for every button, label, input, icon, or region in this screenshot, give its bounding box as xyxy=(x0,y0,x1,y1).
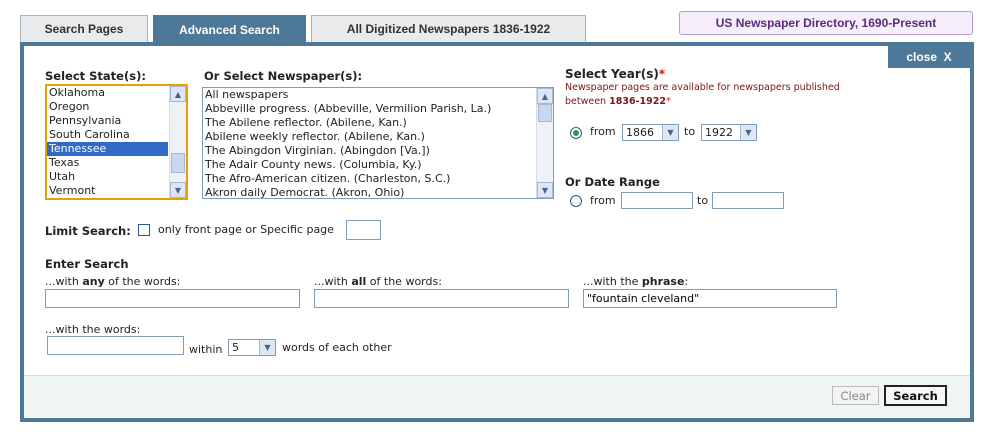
newspaper-scroll-thumb[interactable] xyxy=(538,104,552,122)
clear-button[interactable]: Clear xyxy=(832,386,879,405)
state-option[interactable]: South Carolina xyxy=(47,128,170,142)
any-suffix: of the words: xyxy=(104,275,181,288)
radio-selected-dot xyxy=(573,130,579,136)
phrase-suffix: : xyxy=(684,275,689,288)
year-availability-note-line1: Newspaper pages are available for newspa… xyxy=(565,82,840,93)
specific-page-input[interactable] xyxy=(346,220,381,240)
date-from-label: from xyxy=(590,194,616,207)
newspaper-option[interactable]: All newspapers xyxy=(203,88,553,102)
year-range-radio[interactable] xyxy=(570,127,582,139)
date-from-input[interactable] xyxy=(621,192,693,209)
us-newspaper-directory-button[interactable]: US Newspaper Directory, 1690-Present xyxy=(679,11,973,35)
front-page-checkbox[interactable] xyxy=(138,224,150,236)
scroll-down-icon[interactable]: ▼ xyxy=(537,182,553,198)
newspaper-option[interactable]: The Abingdon Virginian. (Abingdon [Va.]) xyxy=(203,144,553,158)
chevron-down-icon: ▼ xyxy=(740,125,756,140)
phrase-prefix: ...with the xyxy=(583,275,642,288)
chevron-down-icon: ▼ xyxy=(259,340,275,355)
date-range-radio[interactable] xyxy=(570,195,582,207)
proximity-distance-value: 5 xyxy=(232,341,239,354)
newspaper-listbox[interactable]: All newspapers Abbeville progress. (Abbe… xyxy=(202,87,554,199)
newspaper-option[interactable]: Abilene weekly reflector. (Abilene, Kan.… xyxy=(203,130,553,144)
scroll-down-icon[interactable]: ▼ xyxy=(170,182,186,198)
scroll-up-icon[interactable]: ▲ xyxy=(170,86,186,102)
year-to-value: 1922 xyxy=(705,126,733,139)
any-words-input[interactable] xyxy=(45,289,300,308)
note-prefix: between xyxy=(565,96,610,107)
enter-search-label: Enter Search xyxy=(45,257,129,271)
newspaper-scrollbar[interactable]: ▲ ▼ xyxy=(536,88,553,198)
state-option[interactable]: Texas xyxy=(47,156,170,170)
year-from-value: 1866 xyxy=(626,126,654,139)
state-option[interactable]: Vermont xyxy=(47,184,170,198)
all-words-input[interactable] xyxy=(314,289,569,308)
all-prefix: ...with xyxy=(314,275,352,288)
any-words-label: ...with any of the words: xyxy=(45,275,180,288)
front-page-text: only front page or Specific page xyxy=(158,223,334,236)
year-from-select[interactable]: 1866 ▼ xyxy=(622,124,679,141)
scroll-up-icon[interactable]: ▲ xyxy=(537,88,553,104)
state-option-selected[interactable]: Tennessee xyxy=(47,142,168,156)
proximity-words-input[interactable] xyxy=(47,336,184,355)
search-button[interactable]: Search xyxy=(884,385,947,406)
any-prefix: ...with xyxy=(45,275,83,288)
newspaper-option[interactable]: The Adair County news. (Columbia, Ky.) xyxy=(203,158,553,172)
select-state-label: Select State(s): xyxy=(45,69,146,83)
tab-search-pages[interactable]: Search Pages xyxy=(20,15,148,42)
required-mark: * xyxy=(665,96,671,107)
year-availability-note-line2: between 1836-1922* xyxy=(565,95,671,109)
form-footer: Clear Search xyxy=(24,375,970,418)
select-newspaper-label: Or Select Newspaper(s): xyxy=(204,69,363,83)
state-scroll-thumb[interactable] xyxy=(171,153,185,173)
phrase-bold: phrase xyxy=(641,275,685,288)
advanced-search-panel: close X Select State(s): Oklahoma Oregon… xyxy=(20,42,974,422)
year-to-select[interactable]: 1922 ▼ xyxy=(701,124,757,141)
any-bold: any xyxy=(82,275,105,288)
newspaper-option[interactable]: Abbeville progress. (Abbeville, Vermilio… xyxy=(203,102,553,116)
year-to-label: to xyxy=(684,125,696,138)
limit-search-label: Limit Search: xyxy=(45,224,131,238)
all-bold: all xyxy=(351,275,367,288)
tab-advanced-search[interactable]: Advanced Search xyxy=(153,15,306,43)
all-words-label: ...with all of the words: xyxy=(314,275,442,288)
phrase-label: ...with the phrase: xyxy=(583,275,688,288)
within-label: within xyxy=(189,343,223,356)
state-option[interactable]: Oklahoma xyxy=(47,86,170,100)
newspaper-option[interactable]: Akron daily Democrat. (Akron, Ohio) xyxy=(203,186,553,198)
tab-all-digitized-newspapers[interactable]: All Digitized Newspapers 1836-1922 xyxy=(311,15,586,42)
state-option[interactable]: Oregon xyxy=(47,100,170,114)
date-to-input[interactable] xyxy=(712,192,784,209)
all-suffix: of the words: xyxy=(366,275,442,288)
select-year-text: Select Year(s) xyxy=(565,67,659,81)
proximity-distance-select[interactable]: 5 ▼ xyxy=(228,339,276,356)
select-year-label: Select Year(s)* xyxy=(565,67,665,81)
close-label: close xyxy=(906,50,937,64)
date-range-label: Or Date Range xyxy=(565,175,660,189)
proximity-suffix-label: words of each other xyxy=(282,341,392,354)
close-icon: X xyxy=(943,50,952,64)
chevron-down-icon: ▼ xyxy=(662,125,678,140)
close-button[interactable]: close X xyxy=(888,46,970,68)
state-option[interactable]: Utah xyxy=(47,170,170,184)
note-range: 1836-1922 xyxy=(609,96,666,107)
state-listbox[interactable]: Oklahoma Oregon Pennsylvania South Carol… xyxy=(45,84,188,200)
newspaper-option[interactable]: The Afro-American citizen. (Charleston, … xyxy=(203,172,553,186)
required-mark: * xyxy=(658,67,666,81)
proximity-words-label: ...with the words: xyxy=(45,323,141,336)
state-scrollbar[interactable]: ▲ ▼ xyxy=(169,86,186,198)
state-option[interactable]: Pennsylvania xyxy=(47,114,170,128)
date-to-label: to xyxy=(697,194,709,207)
newspaper-option[interactable]: The Abilene reflector. (Abilene, Kan.) xyxy=(203,116,553,130)
phrase-input[interactable] xyxy=(583,289,837,308)
year-from-label: from xyxy=(590,125,616,138)
